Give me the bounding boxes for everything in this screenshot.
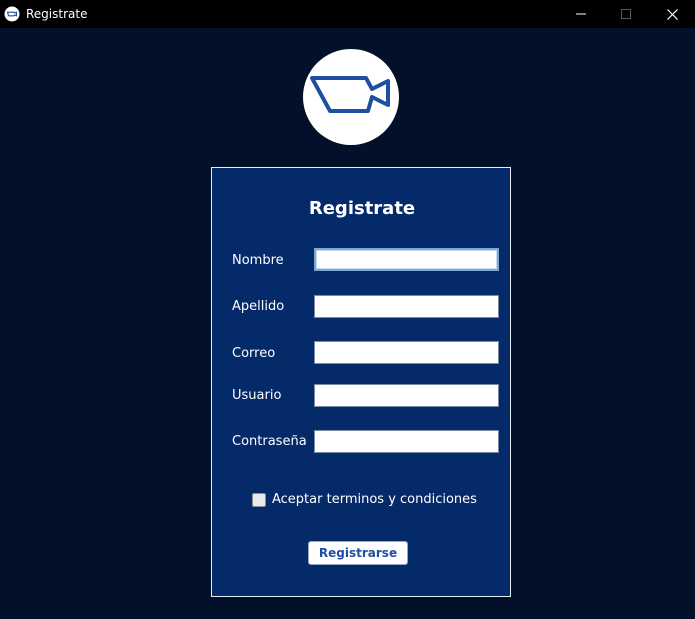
minimize-button[interactable] <box>558 0 604 28</box>
contrasena-input[interactable] <box>314 430 499 453</box>
minimize-icon <box>576 9 586 19</box>
form-title: Registrate <box>308 198 416 219</box>
close-icon <box>666 8 678 20</box>
contrasena-label: Contraseña <box>232 434 307 449</box>
nombre-label: Nombre <box>232 253 284 268</box>
correo-input[interactable] <box>314 341 499 364</box>
nombre-input[interactable] <box>314 248 499 271</box>
video-camera-icon <box>310 75 392 119</box>
app-logo <box>303 49 399 145</box>
terms-label[interactable]: Aceptar terminos y condiciones <box>272 492 477 507</box>
correo-label: Correo <box>232 346 276 361</box>
title-bar: Registrate <box>0 0 695 28</box>
terms-checkbox[interactable] <box>252 492 266 507</box>
maximize-icon <box>621 9 631 19</box>
register-button[interactable]: Registrarse <box>308 541 408 565</box>
usuario-label: Usuario <box>232 388 282 403</box>
terms-row: Aceptar terminos y condiciones <box>252 492 477 507</box>
register-form: Registrate Nombre Apellido Correo Usuari… <box>211 167 511 597</box>
window-title: Registrate <box>26 7 88 21</box>
close-button[interactable] <box>649 0 695 28</box>
maximize-button[interactable] <box>603 0 649 28</box>
usuario-input[interactable] <box>314 384 499 407</box>
apellido-input[interactable] <box>314 295 499 318</box>
apellido-label: Apellido <box>232 299 285 314</box>
camera-icon <box>4 6 20 22</box>
